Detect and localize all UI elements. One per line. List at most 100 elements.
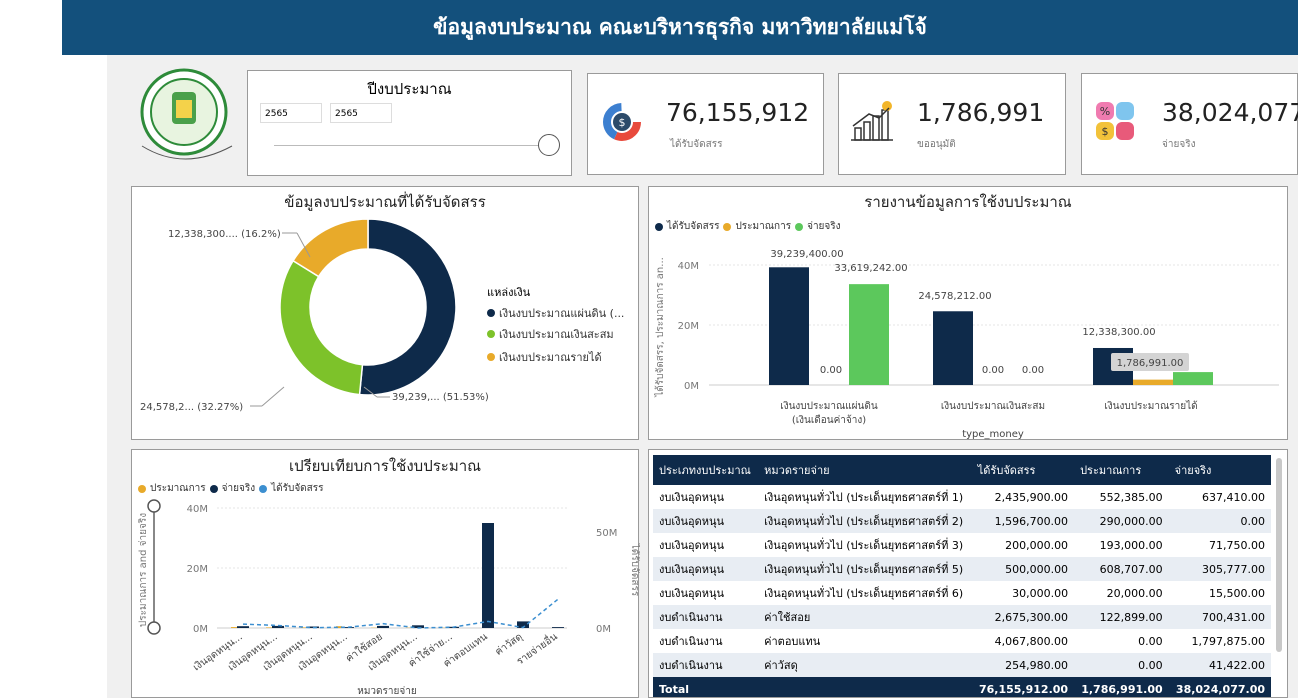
table-row[interactable]: งบดำเนินงานค่าวัสดุ254,980.000.0041,422.… bbox=[653, 653, 1271, 677]
table-row[interactable]: งบเงินอุดหนุนเงินอุดหนุนทั่วไป (ประเด็นย… bbox=[653, 509, 1271, 533]
data-label: 12,338,300.00 bbox=[1082, 327, 1155, 338]
bar-0-1[interactable] bbox=[933, 311, 973, 385]
bar-0-0[interactable] bbox=[769, 267, 809, 385]
cell-budget-type: งบเงินอุดหนุน bbox=[653, 557, 758, 581]
table-scrollbar[interactable] bbox=[1276, 458, 1282, 652]
bar-2-0[interactable] bbox=[849, 284, 889, 385]
compare-panel: เปรียบเทียบการใช้งบประมาณ ประมาณการ จ่าย… bbox=[131, 449, 639, 698]
lime-dot bbox=[487, 330, 495, 338]
donut-label-state: 39,239,... (51.53%) bbox=[392, 392, 489, 403]
y2-tick: 0M bbox=[596, 624, 611, 635]
cell-budget-type: งบเงินอุดหนุน bbox=[653, 509, 758, 533]
donut-slice-state[interactable] bbox=[360, 219, 456, 395]
kpi-allocated-value: 76,155,912 bbox=[666, 98, 809, 127]
donut-slice-savings[interactable] bbox=[280, 261, 362, 395]
cell-category: เงินอุดหนุนทั่วไป (ประเด็นยุทธศาสตร์ที่ … bbox=[758, 485, 972, 509]
cell-estimate: 0.00 bbox=[1074, 629, 1169, 653]
year-slider-handle[interactable] bbox=[538, 134, 560, 156]
year-from-input[interactable]: 2565 bbox=[260, 103, 322, 123]
compare-bar-spent[interactable] bbox=[552, 627, 564, 628]
table-row[interactable]: งบดำเนินงานค่าตอบแทน4,067,800.000.001,79… bbox=[653, 629, 1271, 653]
header-spent[interactable]: จ่ายจริง bbox=[1169, 455, 1271, 485]
compare-bar-spent[interactable] bbox=[272, 626, 284, 628]
donut-slice-revenue[interactable] bbox=[293, 219, 368, 277]
svg-text:$: $ bbox=[1102, 125, 1109, 138]
compare-bar-spent[interactable] bbox=[482, 523, 494, 628]
header-expense-category[interactable]: หมวดรายจ่าย bbox=[758, 455, 972, 485]
data-label: 0.00 bbox=[982, 365, 1004, 376]
header-estimate[interactable]: ประมาณการ bbox=[1074, 455, 1169, 485]
table-row[interactable]: งบเงินอุดหนุนเงินอุดหนุนทั่วไป (ประเด็นย… bbox=[653, 485, 1271, 509]
legend-label: เงินงบประมาณรายได้ bbox=[499, 348, 602, 366]
compare-line-allocated[interactable] bbox=[243, 599, 558, 628]
year-slicer-title: ปีงบประมาณ bbox=[248, 77, 571, 101]
cell-spent: 305,777.00 bbox=[1169, 557, 1271, 581]
cell-allocated: 254,980.00 bbox=[972, 653, 1074, 677]
header-allocated[interactable]: ได้รับจัดสรร bbox=[972, 455, 1074, 485]
cell-allocated: 4,067,800.00 bbox=[972, 629, 1074, 653]
total-estimate: 1,786,991.00 bbox=[1074, 677, 1169, 698]
data-label: 0.00 bbox=[1022, 365, 1044, 376]
table-row[interactable]: งบดำเนินงานค่าใช้สอย2,675,300.00122,899.… bbox=[653, 605, 1271, 629]
y-tick: 20M bbox=[187, 564, 208, 575]
cell-estimate: 193,000.00 bbox=[1074, 533, 1169, 557]
bar-2-2[interactable] bbox=[1173, 372, 1213, 385]
navy-dot bbox=[487, 309, 495, 317]
budget-table-panel: ประเภทงบประมาณ หมวดรายจ่าย ได้รับจัดสรร … bbox=[648, 449, 1288, 698]
year-to-input[interactable]: 2565 bbox=[330, 103, 392, 123]
donut-legend-revenue[interactable]: เงินงบประมาณรายได้ bbox=[487, 348, 602, 366]
donut-legend-savings[interactable]: เงินงบประมาณเงินสะสม bbox=[487, 325, 614, 343]
zoom-slider-top-handle[interactable] bbox=[148, 500, 160, 512]
data-label: 0.00 bbox=[820, 365, 842, 376]
cell-allocated: 500,000.00 bbox=[972, 557, 1074, 581]
total-label: Total bbox=[653, 677, 758, 698]
compare-bar-estimate[interactable] bbox=[266, 627, 272, 628]
table-header-row: ประเภทงบประมาณ หมวดรายจ่าย ได้รับจัดสรร … bbox=[653, 455, 1271, 485]
x-axis-label: type_money bbox=[962, 429, 1024, 440]
total-allocated: 76,155,912.00 bbox=[972, 677, 1074, 698]
cell-spent: 700,431.00 bbox=[1169, 605, 1271, 629]
y2-axis-label: ได้รับจัดสรร bbox=[629, 543, 640, 597]
y-tick: 40M bbox=[187, 504, 208, 515]
compare-bar-estimate[interactable] bbox=[231, 627, 237, 628]
table-row[interactable]: งบเงินอุดหนุนเงินอุดหนุนทั่วไป (ประเด็นย… bbox=[653, 533, 1271, 557]
kpi-spent-value: 38,024,077 bbox=[1162, 98, 1298, 127]
cell-spent: 637,410.00 bbox=[1169, 485, 1271, 509]
svg-text:%: % bbox=[1100, 105, 1110, 118]
cell-estimate: 122,899.00 bbox=[1074, 605, 1169, 629]
donut-legend-state[interactable]: เงินงบประมาณแผ่นดิน (... bbox=[487, 304, 624, 322]
cell-allocated: 1,596,700.00 bbox=[972, 509, 1074, 533]
kpi-requested-card: 1,786,991 ขออนุมัติ bbox=[838, 73, 1066, 175]
bar-1-2[interactable] bbox=[1133, 380, 1173, 385]
percent-quadrant-icon: % $ bbox=[1094, 100, 1136, 142]
gold-dot bbox=[487, 353, 495, 361]
cell-category: ค่าตอบแทน bbox=[758, 629, 972, 653]
cell-category: เงินอุดหนุนทั่วไป (ประเด็นยุทธศาสตร์ที่ … bbox=[758, 509, 972, 533]
cell-category: เงินอุดหนุนทั่วไป (ประเด็นยุทธศาสตร์ที่ … bbox=[758, 581, 972, 605]
year-slider-track[interactable] bbox=[274, 145, 540, 146]
y-tick: 0M bbox=[684, 381, 699, 392]
y-tick: 0M bbox=[193, 624, 208, 635]
header-budget-type[interactable]: ประเภทงบประมาณ bbox=[653, 455, 758, 485]
table-total-row: Total 76,155,912.00 1,786,991.00 38,024,… bbox=[653, 677, 1271, 698]
table-row[interactable]: งบเงินอุดหนุนเงินอุดหนุนทั่วไป (ประเด็นย… bbox=[653, 581, 1271, 605]
compare-bar-spent[interactable] bbox=[377, 626, 389, 628]
cell-spent: 41,422.00 bbox=[1169, 653, 1271, 677]
cell-category: ค่าวัสดุ bbox=[758, 653, 972, 677]
x-axis-label: หมวดรายจ่าย bbox=[357, 686, 416, 697]
table-row[interactable]: งบเงินอุดหนุนเงินอุดหนุนทั่วไป (ประเด็นย… bbox=[653, 557, 1271, 581]
year-slicer[interactable]: ปีงบประมาณ 2565 2565 bbox=[247, 70, 572, 176]
bar-report-chart: 40M 20M 0M ได้รับจัดสรร, ประมาณการ an...… bbox=[649, 187, 1289, 441]
zoom-slider-bottom-handle[interactable] bbox=[148, 622, 160, 634]
donut-coin-icon: $ bbox=[602, 102, 642, 142]
y-tick: 20M bbox=[678, 321, 699, 332]
donut-legend-title: แหล่งเงิน bbox=[487, 283, 530, 301]
compare-bar-spent[interactable] bbox=[237, 626, 249, 628]
cell-spent: 15,500.00 bbox=[1169, 581, 1271, 605]
cell-category: ค่าใช้สอย bbox=[758, 605, 972, 629]
cell-estimate: 608,707.00 bbox=[1074, 557, 1169, 581]
data-label: 33,619,242.00 bbox=[834, 263, 907, 274]
kpi-requested-label: ขออนุมัติ bbox=[917, 137, 956, 152]
bar-report-panel: รายงานข้อมูลการใช้งบประมาณ ได้รับจัดสรร … bbox=[648, 186, 1288, 440]
data-label: 39,239,400.00 bbox=[770, 249, 843, 260]
